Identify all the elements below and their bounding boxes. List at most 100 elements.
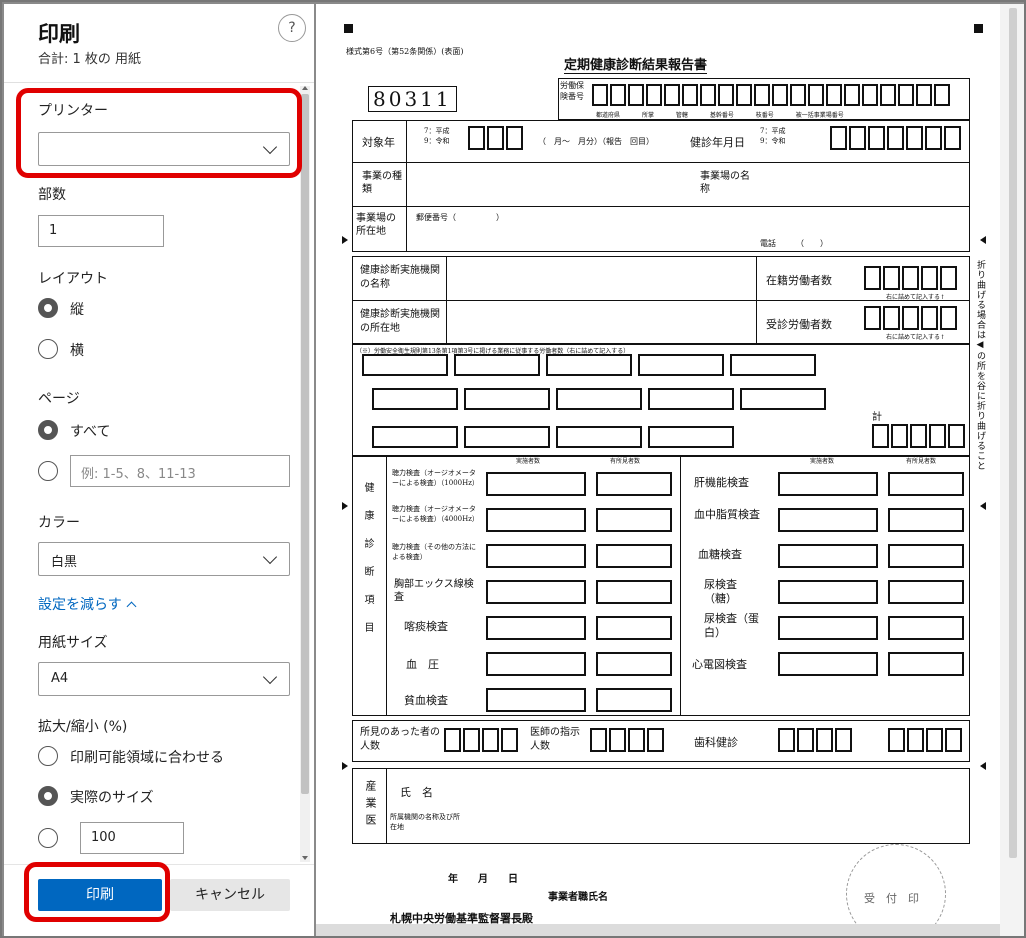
total-cells xyxy=(872,424,965,448)
exam-cells-right-findings xyxy=(888,472,964,676)
doctor-instructions-label: 医師の指示人数 xyxy=(530,727,580,752)
exam-item-glucose: 血糖検査 xyxy=(698,548,742,561)
fold-marker-icon xyxy=(342,236,348,244)
findings-header-2: 有所見者数 xyxy=(906,458,937,465)
occupational-physician-label: 産業医 xyxy=(364,780,377,831)
scale-actual-radio[interactable] xyxy=(38,786,58,806)
paper-size-value: A4 xyxy=(51,671,69,686)
scale-fit-label[interactable]: 印刷可能領域に合わせる xyxy=(70,747,224,767)
physician-block xyxy=(352,768,970,844)
business-type-label: 事業の種類 xyxy=(362,171,402,195)
fold-marker-icon xyxy=(342,502,348,510)
office-name: 札幌中央労働基準監督署長殿 xyxy=(390,912,533,924)
fewer-settings-link[interactable]: 設定を減らす xyxy=(38,594,137,614)
paper-size-label: 用紙サイズ xyxy=(38,635,108,651)
chevron-down-icon xyxy=(262,139,278,155)
pages-custom-radio[interactable] xyxy=(38,461,58,481)
exam-cells-left-findings xyxy=(596,472,672,712)
received-stamp-label: 受 付 印 xyxy=(864,892,919,905)
printer-select[interactable] xyxy=(38,132,290,166)
dialog-title: 印刷 xyxy=(38,22,80,46)
dental-findings-cells xyxy=(888,728,962,752)
layout-portrait-label[interactable]: 縦 xyxy=(70,299,84,319)
exam-item-anemia: 貧血検査 xyxy=(404,694,448,707)
scrollbar-thumb[interactable] xyxy=(301,94,309,794)
printer-label: プリンター xyxy=(38,103,108,119)
copies-input[interactable]: 1 xyxy=(38,215,164,247)
scale-label: 拡大/縮小 (%) xyxy=(38,719,128,735)
fold-marker-icon xyxy=(342,762,348,770)
exam-item-urine-sugar: 尿検査（糖） xyxy=(704,578,737,605)
corner-mark-icon xyxy=(974,24,983,33)
target-year-label: 対象年 xyxy=(362,136,395,149)
postal-code-label: 郵便番号（ ） xyxy=(416,213,504,222)
exam-item-hearing-1000: 聴力検査（オージオメーターによる検査）（1000Hz） xyxy=(392,469,479,487)
settings-scrollbar[interactable] xyxy=(300,86,310,862)
color-select[interactable]: 白黒 xyxy=(38,542,290,576)
print-preview: 様式第6号（第52条関係）(表面) 定期健康診断結果報告書 80311 労働保険… xyxy=(316,4,1000,924)
print-dialog: 印刷 合計: 1 枚の 用紙 ? プリンター 部数 1 レイアウト 縦 横 ペー… xyxy=(0,0,1026,938)
pages-all-radio[interactable] xyxy=(38,420,58,440)
received-stamp-area xyxy=(846,844,946,924)
layout-portrait-radio[interactable] xyxy=(38,298,58,318)
chevron-up-icon xyxy=(126,601,137,612)
physician-affiliation-label: 所属機関の名称及び所在地 xyxy=(390,813,460,831)
exam-item-sputum: 喀痰検査 xyxy=(404,620,448,633)
color-label: カラー xyxy=(38,515,80,531)
clinic-address-label: 健康診断実施機関の所在地 xyxy=(360,309,440,334)
settings-pane: 印刷 合計: 1 枚の 用紙 ? プリンター 部数 1 レイアウト 縦 横 ペー… xyxy=(4,4,314,936)
preview-scrollbar-thumb[interactable] xyxy=(1009,8,1017,858)
insurance-number-cells xyxy=(592,84,950,106)
form-code: 80311 xyxy=(368,86,457,112)
harmful-row-3 xyxy=(372,426,734,448)
findings-doctor-label: 所見のあった者の人数 xyxy=(360,727,440,752)
scroll-down-arrow-icon[interactable] xyxy=(302,856,308,860)
report-date: 年 月 日 xyxy=(448,874,518,885)
labor-insurance-label: 労働保険番号 xyxy=(560,81,584,101)
month-note: （ 月～ 月分）（報告 回目） xyxy=(538,137,654,146)
implemented-header: 実施者数 xyxy=(516,458,541,465)
paper-size-select[interactable]: A4 xyxy=(38,662,290,696)
fold-instruction: 折り曲げる場合は◀の所を谷に折り曲げること xyxy=(975,260,985,471)
form-title: 定期健康診断結果報告書 xyxy=(564,54,708,74)
exam-item-urine-protein: 尿検査（蛋白） xyxy=(704,612,759,639)
workplace-address-label: 事業場の所在地 xyxy=(356,213,396,237)
physician-name-label: 氏 名 xyxy=(400,786,433,799)
layout-landscape-label[interactable]: 横 xyxy=(70,340,84,360)
dental-implemented-cells xyxy=(778,728,852,752)
exam-cells-right-implemented xyxy=(778,472,878,676)
exam-date-cells xyxy=(830,126,961,150)
examined-workers-label: 受診労働者数 xyxy=(766,318,832,331)
exam-item-hearing-4000: 聴力検査（オージオメーターによる検査）（4000Hz） xyxy=(392,505,479,523)
print-button[interactable]: 印刷 xyxy=(38,879,162,911)
pages-label: ページ xyxy=(38,391,80,407)
scale-custom-input[interactable]: 100 xyxy=(80,822,184,854)
total-label: 計 xyxy=(872,412,882,423)
scroll-up-arrow-icon[interactable] xyxy=(302,86,308,90)
exam-items-label: 健康診断項目 xyxy=(362,482,373,650)
insurance-subfields: 都道府県 所掌 管轄 基幹番号 枝番号 被一括事業場番号 xyxy=(596,112,844,119)
right-note-1: 右に詰めて記入する↑ xyxy=(886,294,946,301)
scale-fit-radio[interactable] xyxy=(38,746,58,766)
exam-item-blood-pressure: 血 圧 xyxy=(406,658,439,671)
fold-marker-icon xyxy=(980,762,986,770)
layout-label: レイアウト xyxy=(38,271,108,287)
exam-item-hearing-other: 聴力検査（その他の方法による検査） xyxy=(392,543,476,561)
phone-label: 電話 （ ） xyxy=(760,239,828,248)
employer-label: 事業者職氏名 xyxy=(548,892,608,903)
fewer-settings-label: 設定を減らす xyxy=(38,597,122,613)
chevron-down-icon xyxy=(262,669,278,685)
scale-actual-label[interactable]: 実際のサイズ xyxy=(70,787,154,807)
layout-landscape-radio[interactable] xyxy=(38,339,58,359)
scale-custom-radio[interactable] xyxy=(38,828,58,848)
pages-all-label[interactable]: すべて xyxy=(70,421,110,441)
preview-scrollbar[interactable] xyxy=(1000,4,1024,936)
workplace-name-label: 事業場の名称 xyxy=(700,171,750,195)
harmful-row-2 xyxy=(372,388,826,410)
right-note-2: 右に詰めて記入する↑ xyxy=(886,334,946,341)
pages-range-input[interactable]: 例: 1-5、8、11-13 xyxy=(70,455,290,487)
exam-date-label: 健診年月日 xyxy=(690,136,745,149)
exam-cells-left-implemented xyxy=(486,472,586,712)
cancel-button[interactable]: キャンセル xyxy=(170,879,290,911)
help-icon[interactable]: ? xyxy=(278,14,306,42)
